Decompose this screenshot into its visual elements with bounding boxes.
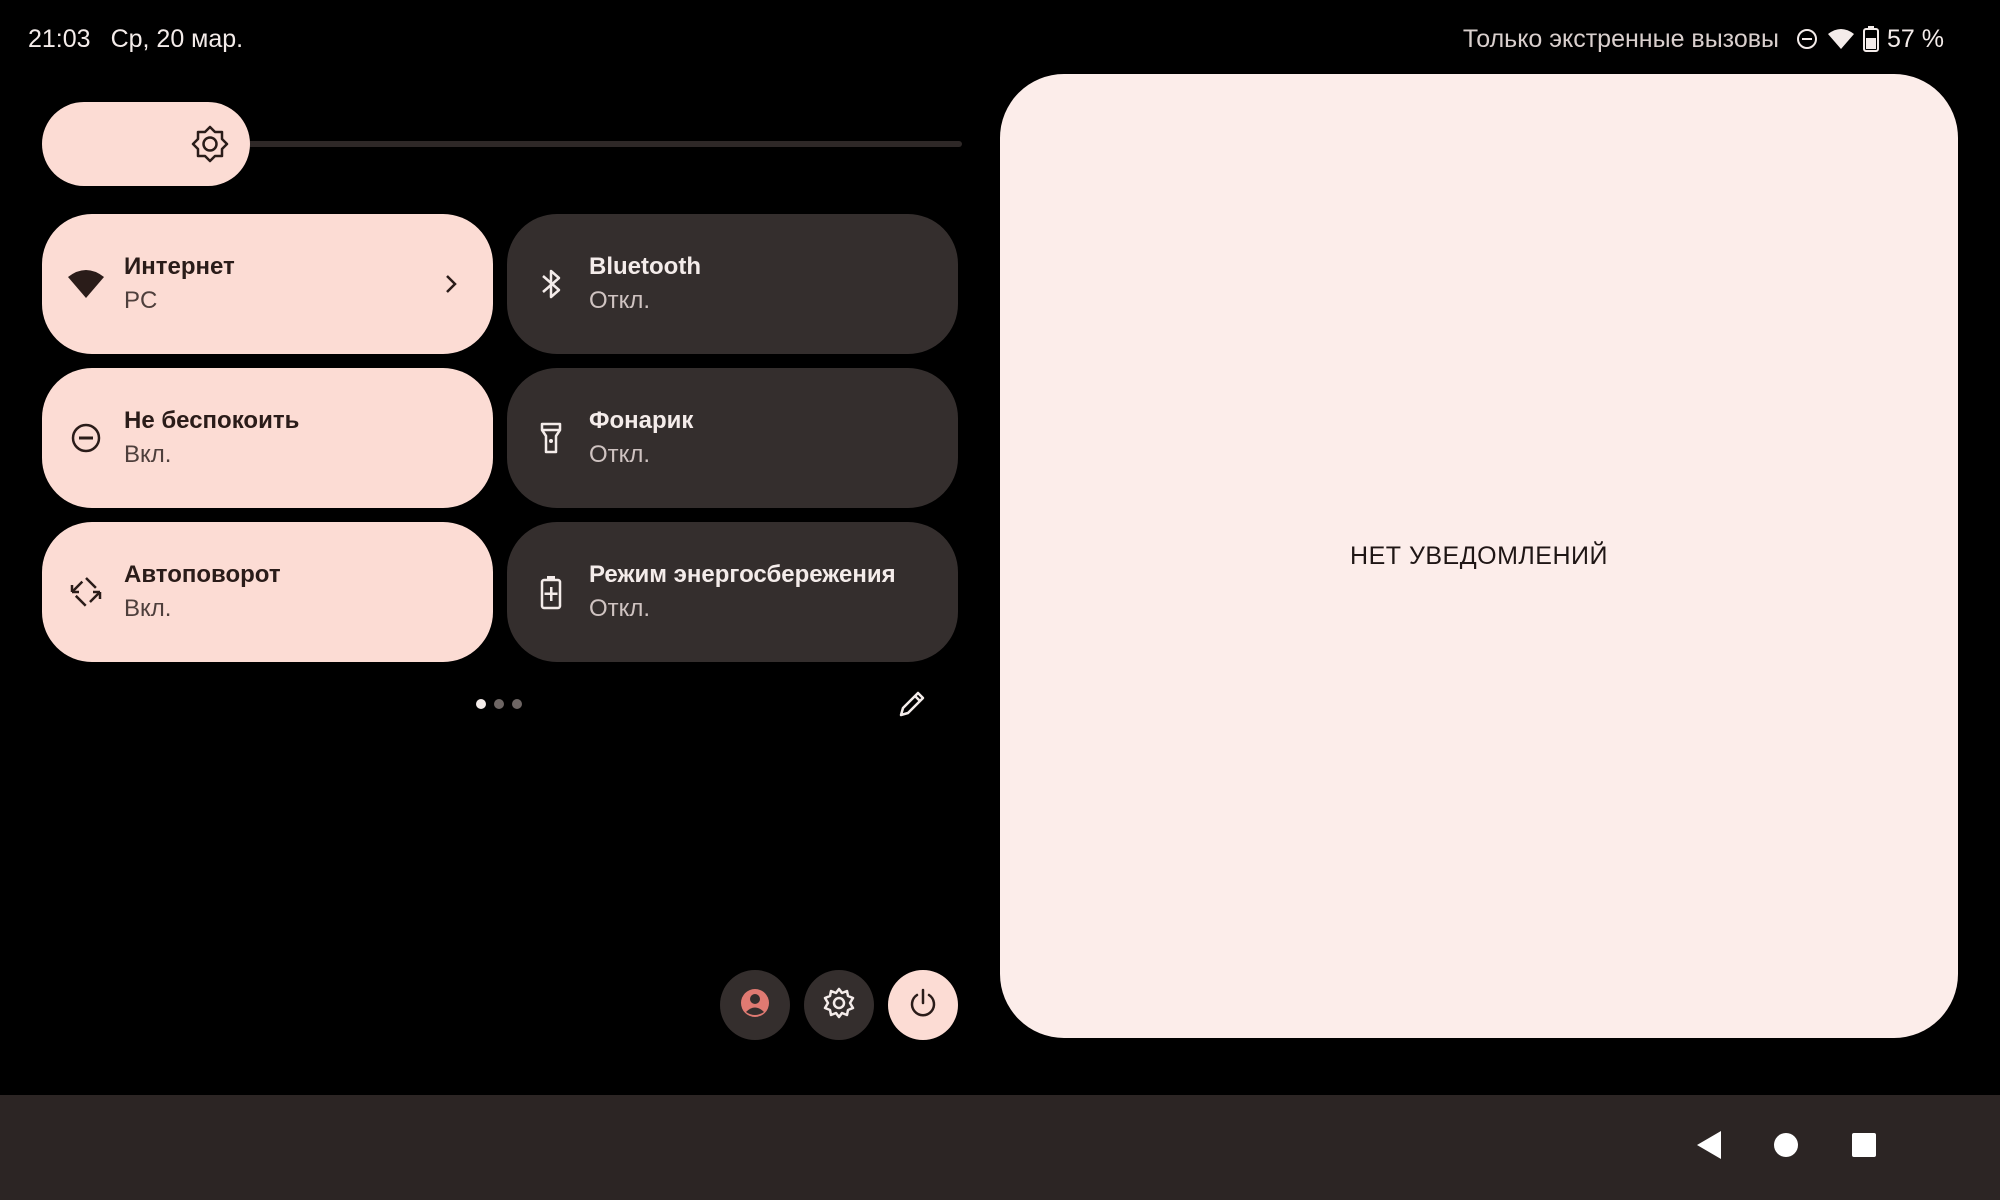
status-date: Ср, 20 мар.: [110, 24, 244, 53]
tile-label: Режим энергосбережения: [589, 561, 896, 588]
dnd-icon: [66, 418, 106, 458]
recents-icon: [1850, 1131, 1878, 1164]
page-dot: [494, 699, 504, 709]
tile-label: Автоповорот: [124, 561, 281, 588]
settings-button[interactable]: [804, 970, 874, 1040]
navigation-bar: [0, 1095, 2000, 1200]
home-button[interactable]: [1758, 1119, 1814, 1175]
home-icon: [1772, 1131, 1800, 1164]
page-indicator: [476, 699, 522, 709]
power-button[interactable]: [888, 970, 958, 1040]
user-switch-button[interactable]: [720, 970, 790, 1040]
status-bar-left: 21:03 Ср, 20 мар.: [28, 22, 243, 56]
tile-do-not-disturb[interactable]: Не беспокоить Вкл.: [42, 368, 493, 508]
tile-status: Вкл.: [124, 595, 172, 622]
status-time: 21:03: [28, 24, 91, 53]
tile-status: Откл.: [589, 595, 651, 622]
tile-flashlight[interactable]: Фонарик Откл.: [507, 368, 958, 508]
recents-button[interactable]: [1836, 1119, 1892, 1175]
edit-pencil-icon[interactable]: [896, 688, 928, 720]
quick-settings-tiles: Интернет PC Bluetooth Откл. Не беспокоит…: [42, 214, 958, 662]
tile-auto-rotate[interactable]: Автоповорот Вкл.: [42, 522, 493, 662]
battery-saver-icon: [531, 572, 571, 612]
chevron-right-icon[interactable]: [437, 270, 465, 298]
tile-status: Откл.: [589, 441, 651, 468]
dnd-status-icon: [1795, 27, 1819, 51]
tile-battery-saver[interactable]: Режим энергосбережения Откл.: [507, 522, 958, 662]
tile-bluetooth[interactable]: Bluetooth Откл.: [507, 214, 958, 354]
status-bar-right: Только экстренные вызовы 57 %: [1463, 22, 1944, 56]
back-button[interactable]: [1680, 1119, 1736, 1175]
wifi-status-icon: [1827, 27, 1855, 51]
auto-rotate-icon: [66, 572, 106, 612]
battery-status-icon: [1863, 26, 1880, 52]
back-icon: [1693, 1129, 1723, 1166]
quick-settings-screen: 21:03 Ср, 20 мар. Только экстренные вызо…: [0, 0, 2000, 1200]
tile-status: PC: [124, 287, 158, 314]
settings-icon: [822, 986, 856, 1025]
brightness-slider[interactable]: [42, 102, 962, 186]
page-dot: [512, 699, 522, 709]
no-notifications-text: НЕТ УВЕДОМЛЕНИЙ: [1350, 541, 1608, 570]
bluetooth-icon: [531, 264, 571, 304]
tile-label: Фонарик: [589, 407, 694, 434]
tile-internet[interactable]: Интернет PC: [42, 214, 493, 354]
emergency-calls-text: Только экстренные вызовы: [1462, 24, 1780, 53]
brightness-icon: [190, 124, 230, 164]
notifications-panel: НЕТ УВЕДОМЛЕНИЙ: [1000, 74, 1958, 1038]
flashlight-icon: [531, 418, 571, 458]
tile-label: Интернет: [124, 253, 235, 280]
brightness-track[interactable]: [202, 141, 962, 147]
user-icon: [738, 986, 772, 1025]
wifi-icon: [66, 264, 106, 304]
tile-status: Вкл.: [124, 441, 172, 468]
power-icon: [907, 987, 939, 1024]
page-dot: [476, 699, 486, 709]
tile-label: Не беспокоить: [124, 407, 300, 434]
tile-label: Bluetooth: [589, 253, 701, 280]
tile-status: Откл.: [589, 287, 651, 314]
battery-percent: 57 %: [1887, 24, 1944, 53]
